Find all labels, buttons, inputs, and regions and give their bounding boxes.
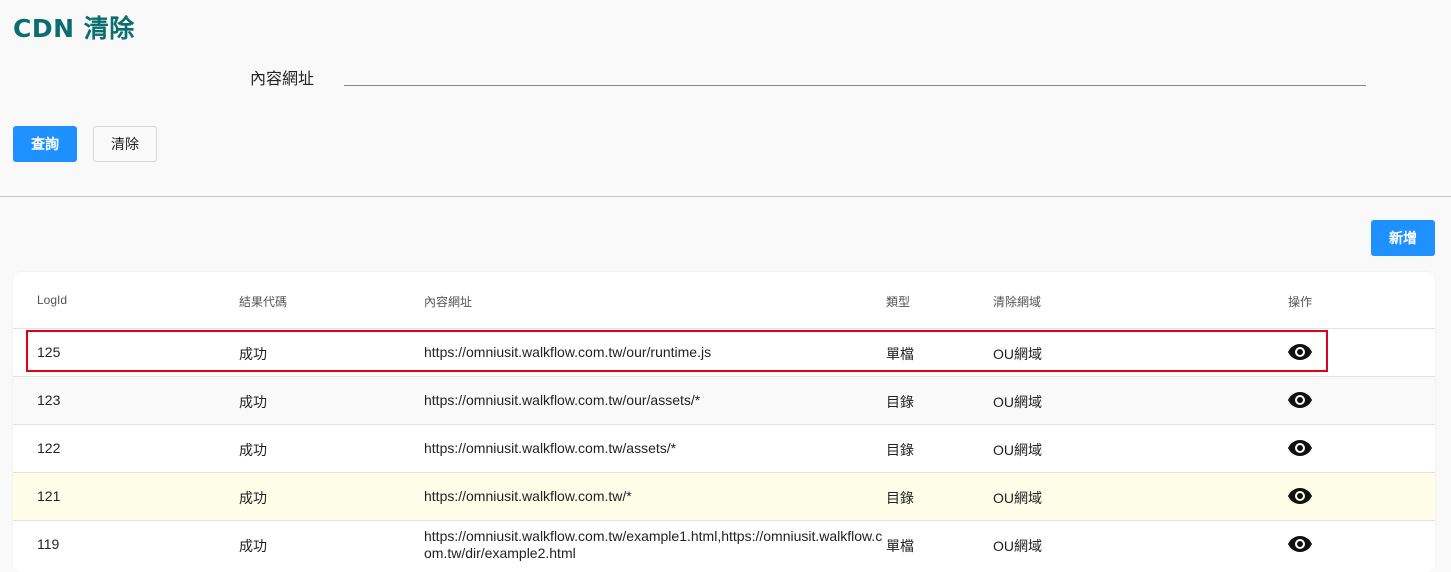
header-action: 操作 (1288, 295, 1313, 309)
cell-result: 成功 (239, 490, 267, 506)
cell-logid: 125 (37, 344, 61, 360)
cell-domain: OU網域 (993, 394, 1042, 410)
page-title: CDN 清除 (13, 14, 135, 43)
table-row[interactable]: 121 成功 https://omniusit.walkflow.com.tw/… (13, 473, 1435, 521)
clear-button[interactable]: 清除 (93, 126, 157, 162)
cell-type: 目錄 (886, 442, 914, 458)
cell-url: https://omniusit.walkflow.com.tw/assets/… (424, 440, 677, 456)
section-divider (0, 196, 1451, 197)
header-domain: 清除網域 (993, 295, 1042, 309)
header-url: 內容網址 (424, 295, 473, 309)
cell-url: https://omniusit.walkflow.com.tw/example… (424, 528, 883, 561)
cell-domain: OU網域 (993, 538, 1042, 554)
cell-result: 成功 (239, 442, 267, 458)
cell-type: 單檔 (886, 538, 914, 554)
cell-result: 成功 (239, 394, 267, 410)
cell-logid: 123 (37, 392, 61, 408)
cell-logid: 119 (37, 536, 60, 552)
header-type: 類型 (886, 295, 911, 309)
cell-result: 成功 (239, 346, 267, 362)
table-row[interactable]: 125 成功 https://omniusit.walkflow.com.tw/… (13, 329, 1435, 377)
cell-logid: 122 (37, 440, 61, 456)
cell-domain: OU網域 (993, 490, 1042, 506)
cell-url: https://omniusit.walkflow.com.tw/our/run… (424, 344, 712, 360)
table-row[interactable]: 122 成功 https://omniusit.walkflow.com.tw/… (13, 425, 1435, 473)
eye-icon[interactable] (1288, 487, 1312, 505)
cell-result: 成功 (239, 538, 267, 554)
cell-type: 目錄 (886, 394, 914, 410)
eye-icon[interactable] (1288, 391, 1312, 409)
cell-logid: 121 (37, 488, 61, 504)
cell-type: 單檔 (886, 346, 914, 362)
table-row[interactable]: 119 成功 https://omniusit.walkflow.com.tw/… (13, 521, 1435, 572)
eye-icon[interactable] (1288, 535, 1312, 553)
eye-icon[interactable] (1288, 343, 1312, 361)
table-header: LogId 結果代碼 內容網址 類型 清除網域 操作 (13, 272, 1435, 329)
cell-domain: OU網域 (993, 346, 1042, 362)
cell-url: https://omniusit.walkflow.com.tw/our/ass… (424, 392, 701, 408)
table-row[interactable]: 123 成功 https://omniusit.walkflow.com.tw/… (13, 377, 1435, 425)
header-logid: LogId (37, 293, 68, 307)
cell-url: https://omniusit.walkflow.com.tw/* (424, 488, 632, 504)
cell-type: 目錄 (886, 490, 914, 506)
eye-icon[interactable] (1288, 439, 1312, 457)
url-field-label: 內容網址 (250, 71, 315, 88)
url-input[interactable] (344, 60, 1366, 86)
cell-domain: OU網域 (993, 442, 1042, 458)
purge-log-table: LogId 結果代碼 內容網址 類型 清除網域 操作 125 成功 https:… (13, 272, 1435, 572)
add-button[interactable]: 新增 (1371, 220, 1435, 256)
header-result: 結果代碼 (239, 295, 288, 309)
query-button[interactable]: 查詢 (13, 126, 77, 162)
